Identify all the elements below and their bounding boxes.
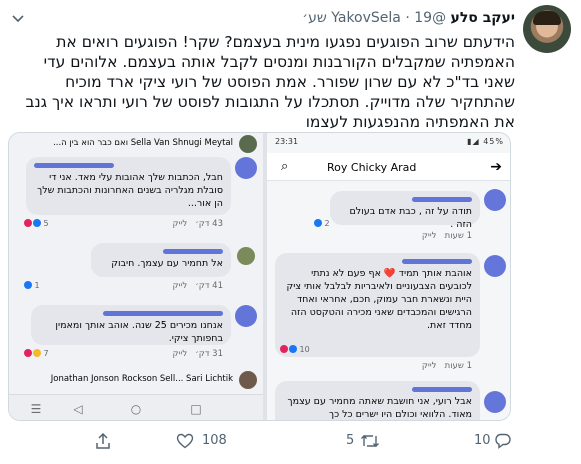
post-author-title[interactable]: Roy Chicky Arad (327, 161, 416, 174)
comment-meta: 43 דק׳ לייק (172, 219, 223, 229)
tweet-media[interactable]: Sella Van Shnugi Meytal ואם כבר הוא בין … (8, 132, 511, 421)
retweet-count: 5 (346, 433, 355, 448)
comment-time: 31 דק׳ (195, 349, 223, 359)
commenter-avatar (484, 189, 506, 211)
author-name[interactable]: יעקב סלע (451, 10, 515, 26)
comment-bubble: אוהבת אותך תמיד ❤️ אף פעם לא נתתי לכובעי… (275, 253, 480, 357)
comment-text: אוהבת אותך תמיד ❤️ אף פעם לא נתתי לכובעי… (286, 268, 472, 331)
comment-text: אנחנו מכירים 25 שנה. אוהב אותך ומאמין בח… (55, 320, 223, 344)
redacted-name (163, 249, 223, 254)
top-commenter-bar: Sella Van Shnugi Meytal ואם כבר הוא בין … (53, 138, 233, 148)
commenter-avatar (235, 157, 257, 179)
redacted-name (34, 163, 114, 168)
reaction-count-value: 7 (43, 349, 49, 358)
comment-meta: 31 דק׳ לייק (172, 349, 223, 359)
android-nav-bar: ☰ ◁ ○ □ (9, 394, 263, 420)
comment-bubble: אנחנו מכירים 25 שנה. אוהב אותך ומאמין בח… (31, 305, 231, 345)
comment-bubble: אל תחמיר עם עצמך. חיבוק (91, 243, 231, 277)
tweet-header: יעקב סלע @YakovSela · 19 שע׳ (302, 10, 515, 26)
like-link[interactable]: לייק (422, 231, 437, 241)
search-icon[interactable]: ⌕ (281, 159, 288, 174)
reaction-count: 10 (279, 345, 310, 354)
share-icon[interactable] (94, 432, 112, 450)
reaction-count-value: 5 (43, 219, 49, 228)
like-link[interactable]: לייק (172, 349, 187, 359)
back-triangle-icon[interactable]: ◁ (71, 402, 85, 416)
redacted-name (103, 311, 223, 316)
commenter-avatar (484, 255, 506, 277)
reaction-count-value: 2 (324, 219, 330, 228)
like-link[interactable]: לייק (172, 219, 187, 229)
comment-meta: 41 דק׳ לייק (172, 281, 223, 291)
commenter-avatar (235, 305, 257, 327)
recents-square-icon[interactable]: □ (189, 402, 203, 416)
bottom-commenter-bar: Jonathan Jonson Rockson Sell... Sari Lic… (9, 367, 263, 391)
like-heart-icon[interactable] (176, 432, 194, 450)
comment-text: אל תחמיר עם עצמך. חיבוק (111, 258, 223, 269)
commenter-avatar (484, 391, 506, 413)
redacted-name (412, 387, 472, 392)
tweet-text: הידעתם שרוב הפוגעים נפגעו מינית בעצמם? ש… (25, 33, 516, 131)
reaction-count: 5 (23, 219, 49, 228)
comment-bubble: חבל, הכתבות שלך אהובות עלי מאד. אני די ס… (26, 157, 231, 215)
reaction-count: 1 (23, 281, 40, 290)
post-header: ⌕ Roy Chicky Arad ➔ (267, 153, 510, 181)
facebook-comments-screenshot-left: Sella Van Shnugi Meytal ואם כבר הוא בין … (9, 133, 263, 420)
retweet-icon[interactable] (360, 432, 380, 450)
comment-bubble: תודה על זה , כבת אדם בעולם הזה . (330, 191, 480, 230)
comment-meta: 1 שעות לייק (422, 361, 472, 371)
redacted-name (412, 197, 472, 202)
like-link[interactable]: לייק (422, 361, 437, 371)
commenter-avatar (239, 371, 257, 389)
status-icons: ▮◢ 45% (467, 137, 504, 146)
comment-bubble: אבל רועי, אני חושבת שאתה מחמיר עם עצמך מ… (275, 381, 480, 420)
chevron-down-icon[interactable] (10, 10, 26, 26)
reply-icon[interactable] (494, 432, 512, 450)
status-bar: 23:31 ▮◢ 45% (267, 133, 510, 149)
reply-count: 10 (474, 433, 491, 448)
menu-icon[interactable]: ☰ (29, 402, 43, 416)
comment-text: חבל, הכתבות שלך אהובות עלי מאד. אני די ס… (37, 172, 223, 209)
back-arrow-icon[interactable]: ➔ (490, 159, 502, 175)
status-time: 23:31 (275, 137, 299, 146)
comment-text: תודה על זה , כבת אדם בעולם הזה . (349, 206, 472, 230)
comment-text: אבל רועי, אני חושבת שאתה מחמיר עם עצמך מ… (287, 396, 472, 420)
reaction-count: 2 (313, 219, 330, 228)
redacted-name (402, 259, 472, 264)
reaction-count: 7 (23, 349, 49, 358)
comment-meta: 1 שעות לייק (422, 231, 472, 241)
commenter-avatar (237, 247, 255, 265)
comment-time: 41 דק׳ (195, 281, 223, 291)
tweet: יעקב סלע @YakovSela · 19 שע׳ הידעתם שרוב… (0, 0, 581, 464)
comment-time: 43 דק׳ (195, 219, 223, 229)
like-link[interactable]: לייק (172, 281, 187, 291)
comment-time: 1 שעות (444, 361, 472, 371)
separator-dot: · (405, 10, 410, 26)
comment-time: 1 שעות (444, 231, 472, 241)
like-count: 108 (202, 433, 227, 448)
reaction-count-value: 1 (34, 281, 40, 290)
facebook-comments-screenshot-right: 23:31 ▮◢ 45% ⌕ Roy Chicky Arad ➔ תודה על… (267, 133, 510, 420)
author-avatar[interactable] (523, 5, 571, 53)
home-circle-icon[interactable]: ○ (129, 402, 143, 416)
reaction-count-value: 10 (299, 345, 310, 354)
